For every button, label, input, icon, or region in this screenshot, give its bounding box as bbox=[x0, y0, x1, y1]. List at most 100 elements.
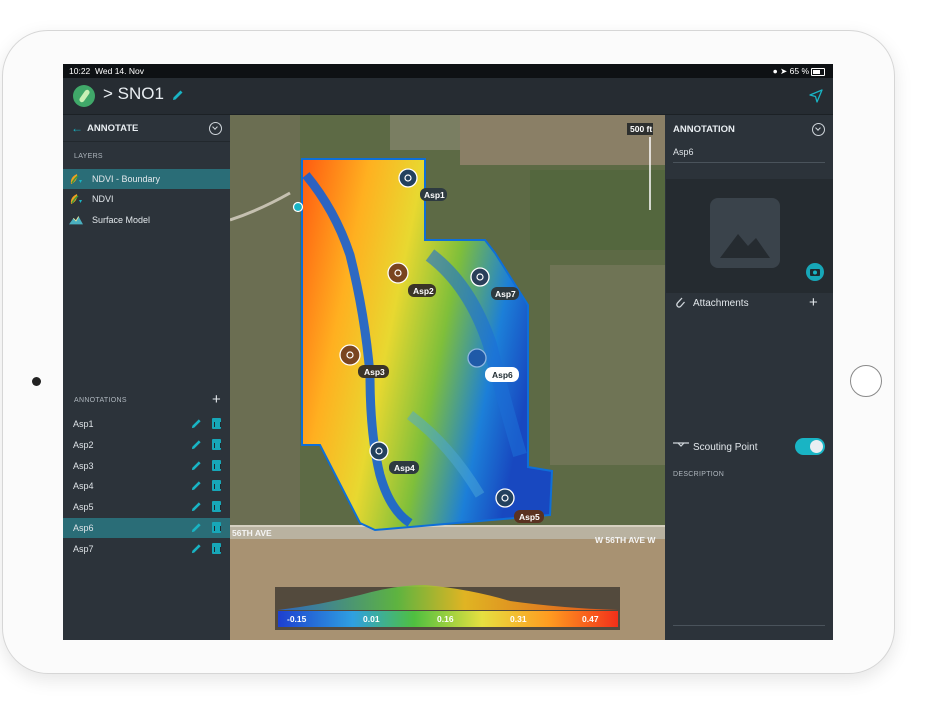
map-view[interactable]: 500 ft 56TH AVE W 56TH AVE W Asp1 Asp2 A… bbox=[230, 115, 665, 640]
marker-label: Asp1 bbox=[424, 190, 445, 200]
home-button[interactable] bbox=[850, 365, 882, 397]
annotation-name: Asp4 bbox=[73, 481, 94, 491]
layer-label: Surface Model bbox=[92, 215, 151, 225]
legend-tick: 0.47 bbox=[582, 614, 599, 624]
legend-tick: 0.01 bbox=[363, 614, 380, 624]
drone-icon bbox=[673, 442, 689, 447]
annotation-name: Asp5 bbox=[73, 502, 94, 512]
status-time: 10:22 bbox=[69, 66, 91, 76]
add-annotation-button[interactable]: + bbox=[212, 392, 221, 407]
marker-label: Asp7 bbox=[495, 289, 516, 299]
farmland-patch bbox=[460, 115, 665, 165]
marker-label: Asp2 bbox=[413, 286, 434, 296]
annotation-row-asp4[interactable]: Asp4 bbox=[63, 476, 230, 496]
scouting-point-label: Scouting Point bbox=[693, 442, 758, 453]
target-marker-icon bbox=[398, 168, 418, 188]
project-title: > SNO1 bbox=[103, 84, 164, 103]
annotation-name: Asp2 bbox=[73, 440, 94, 450]
annotation-row-asp7[interactable]: Asp7 bbox=[63, 539, 230, 559]
target-marker-icon bbox=[467, 348, 487, 368]
location-icon: ➤ bbox=[780, 66, 788, 76]
photo-area[interactable] bbox=[666, 179, 833, 293]
app-logo-icon[interactable] bbox=[73, 85, 95, 107]
layer-ndvi-boundary[interactable]: NDVI - Boundary bbox=[63, 169, 230, 189]
annotate-header: ← ANNOTATE bbox=[63, 115, 230, 142]
collapse-chevron-icon[interactable] bbox=[209, 122, 222, 135]
annotation-row-asp3[interactable]: Asp3 bbox=[63, 456, 230, 476]
annotation-name-field[interactable]: Asp6 bbox=[673, 147, 694, 157]
battery-percent: 65 % bbox=[789, 66, 809, 76]
annotation-row-asp5[interactable]: Asp5 bbox=[63, 497, 230, 517]
ndvi-legend: -0.15 0.01 0.16 0.31 0.47 bbox=[275, 585, 620, 630]
marker-label: Asp6 bbox=[492, 370, 513, 380]
annotation-row-asp2[interactable]: Asp2 bbox=[63, 435, 230, 455]
edit-title-pencil-icon[interactable] bbox=[171, 88, 185, 102]
add-attachment-button[interactable]: + bbox=[809, 295, 818, 310]
annotation-row-asp1[interactable]: Asp1 bbox=[63, 414, 230, 434]
back-arrow-icon[interactable]: ← bbox=[71, 121, 83, 135]
image-placeholder-icon bbox=[710, 198, 780, 268]
road-label-right: W 56TH AVE W bbox=[595, 535, 656, 545]
delete-trash-icon[interactable] bbox=[212, 480, 221, 491]
camera-icon bbox=[810, 269, 820, 276]
app-screen: 10:22 Wed 14. Nov ● ➤ 65 % > SNO1 ← ANNO… bbox=[63, 64, 833, 640]
front-camera bbox=[32, 377, 41, 386]
ndvi-layer-icon bbox=[70, 194, 82, 204]
edit-pencil-icon[interactable] bbox=[191, 480, 202, 491]
mountain-image-icon bbox=[720, 234, 770, 258]
legend-tick: -0.15 bbox=[287, 614, 307, 624]
edit-pencil-icon[interactable] bbox=[191, 543, 202, 554]
delete-trash-icon[interactable] bbox=[212, 522, 221, 533]
edit-pencil-icon[interactable] bbox=[191, 522, 202, 533]
delete-trash-icon[interactable] bbox=[212, 543, 221, 554]
delete-trash-icon[interactable] bbox=[212, 418, 221, 429]
map-scale-label: 500 ft bbox=[630, 124, 652, 134]
farmland-patch bbox=[530, 170, 665, 250]
navigate-arrow-icon[interactable] bbox=[809, 89, 823, 103]
edit-pencil-icon[interactable] bbox=[191, 460, 202, 471]
edit-pencil-icon[interactable] bbox=[191, 418, 202, 429]
edit-pencil-icon[interactable] bbox=[191, 439, 202, 450]
road-label-left: 56TH AVE bbox=[232, 528, 272, 538]
right-panel: ANNOTATION Asp6 Attachments + Scouting P… bbox=[666, 115, 833, 640]
target-marker-icon bbox=[339, 344, 361, 366]
paperclip-icon bbox=[676, 297, 685, 308]
delete-trash-icon[interactable] bbox=[212, 439, 221, 450]
collapse-chevron-icon[interactable] bbox=[812, 123, 825, 136]
legend-tick: 0.16 bbox=[437, 614, 454, 624]
scouting-point-toggle[interactable] bbox=[795, 438, 825, 455]
target-marker-icon bbox=[470, 267, 490, 287]
battery-icon bbox=[811, 67, 825, 76]
annotations-section-label: ANNOTATIONS bbox=[74, 397, 127, 404]
annotation-panel-title: ANNOTATION bbox=[673, 124, 735, 135]
description-underline bbox=[673, 625, 825, 626]
current-location-dot bbox=[292, 201, 304, 213]
name-underline bbox=[673, 162, 825, 163]
legend-tick: 0.31 bbox=[510, 614, 527, 624]
annotation-name: Asp6 bbox=[73, 523, 94, 533]
wifi-icon: ● bbox=[772, 66, 778, 76]
farmland-patch bbox=[390, 115, 460, 150]
annotation-row-asp6[interactable]: Asp6 bbox=[63, 518, 230, 538]
annotate-title: ANNOTATE bbox=[87, 123, 139, 134]
status-bar: 10:22 Wed 14. Nov ● ➤ 65 % bbox=[63, 64, 833, 78]
marker-label: Asp3 bbox=[364, 367, 385, 377]
description-label: DESCRIPTION bbox=[673, 471, 725, 478]
left-panel: ← ANNOTATE LAYERS NDVI - Boundary NDVI S… bbox=[63, 115, 230, 640]
edit-pencil-icon[interactable] bbox=[191, 501, 202, 512]
layer-surface-model[interactable]: Surface Model bbox=[63, 210, 230, 230]
surface-model-layer-icon bbox=[69, 216, 83, 225]
layer-label: NDVI bbox=[92, 194, 114, 204]
annotation-name: Asp7 bbox=[73, 544, 94, 554]
status-date: Wed 14. Nov bbox=[95, 66, 144, 76]
annotation-name: Asp3 bbox=[73, 461, 94, 471]
delete-trash-icon[interactable] bbox=[212, 501, 221, 512]
delete-trash-icon[interactable] bbox=[212, 460, 221, 471]
top-bar: > SNO1 bbox=[63, 78, 833, 115]
camera-button[interactable] bbox=[806, 263, 824, 281]
attachments-label: Attachments bbox=[693, 298, 749, 309]
layer-ndvi[interactable]: NDVI bbox=[63, 189, 230, 209]
target-marker-icon bbox=[369, 441, 389, 461]
target-marker-icon bbox=[495, 488, 515, 508]
annotation-name: Asp1 bbox=[73, 419, 94, 429]
